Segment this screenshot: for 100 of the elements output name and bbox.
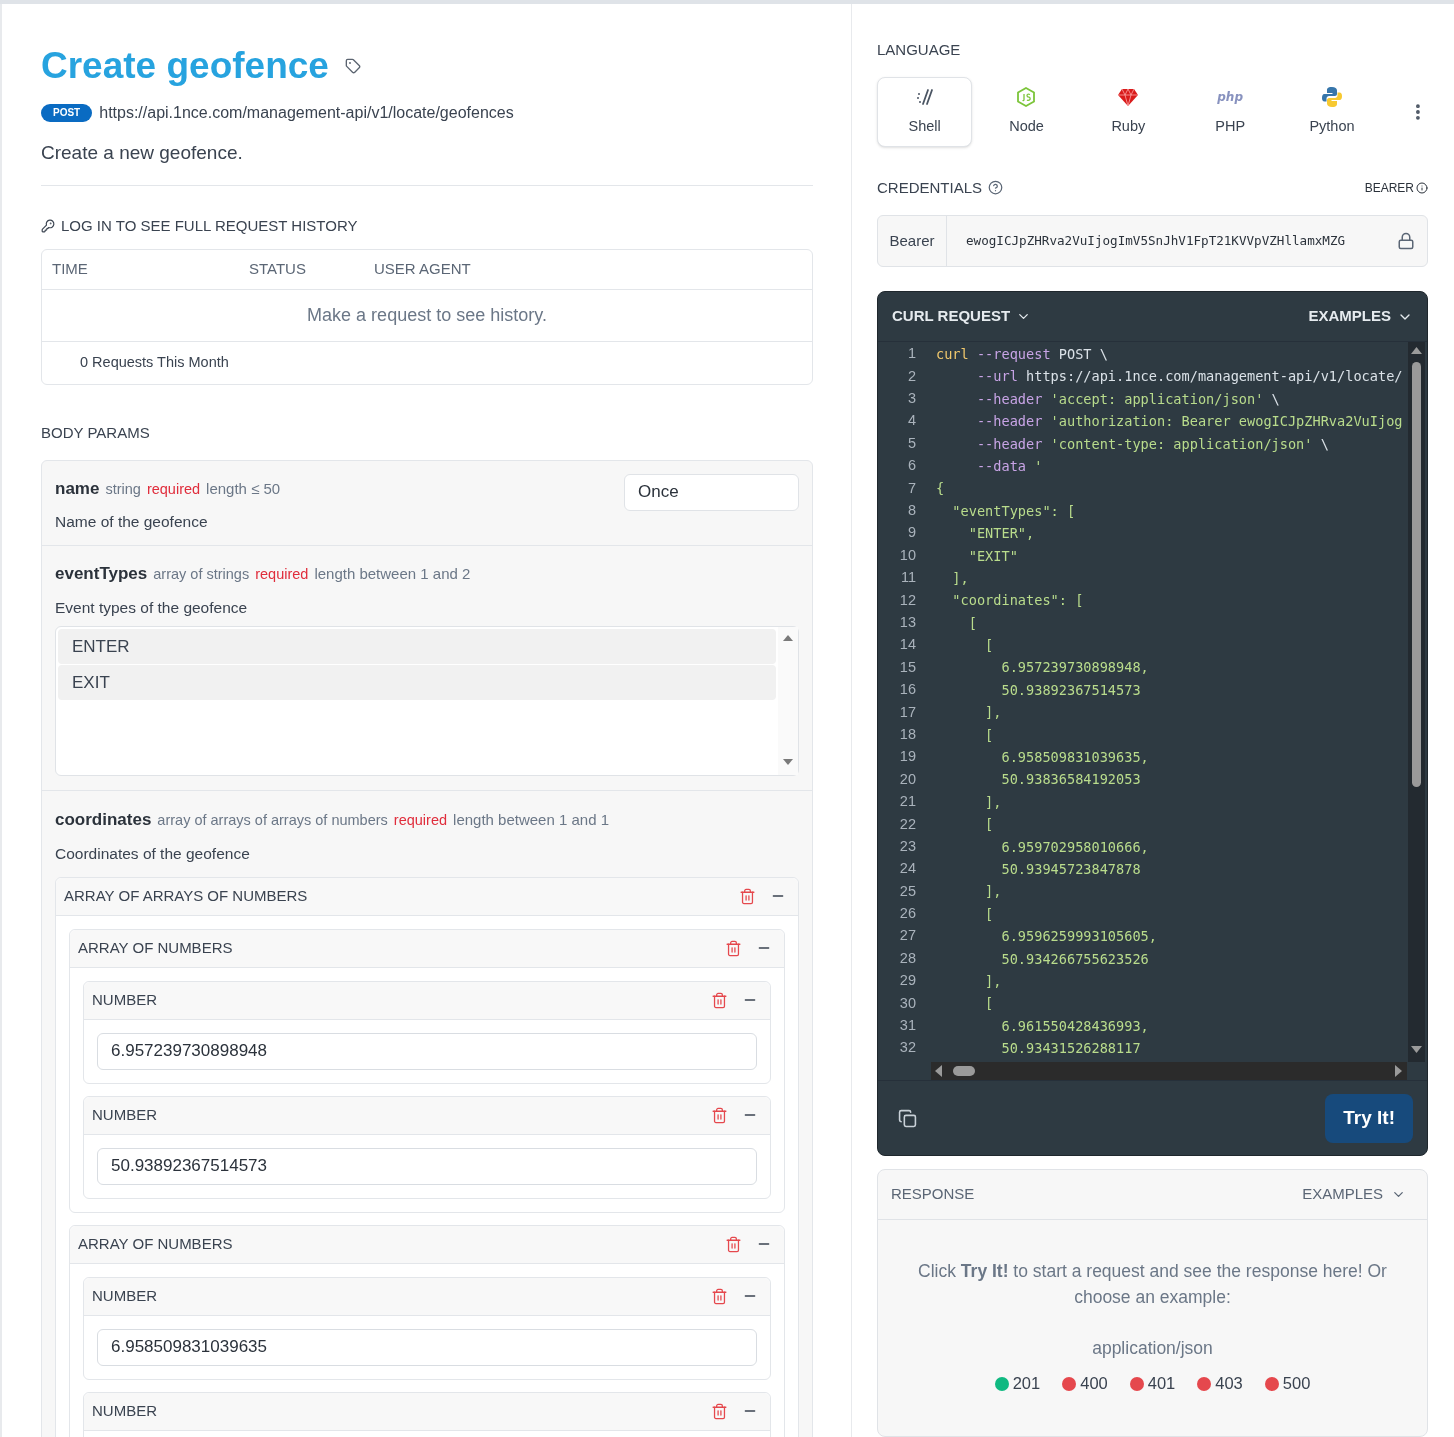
language-tab[interactable]: Node [978, 76, 1075, 147]
line-number: 4 [906, 411, 916, 431]
credentials-field[interactable]: Bearer ewogICJpZHRva2VuIjogImV5SnJhV1FpT21KVVpVZHllamxMZG [877, 215, 1428, 267]
code-line: ], [984, 882, 1002, 902]
number-field[interactable]: 50.93892367514573 [97, 1147, 757, 1185]
code-line: 50.93892367514573 [1000, 680, 1141, 700]
line-number: 27 [898, 926, 916, 946]
code-line: "coordinates": [ [951, 591, 1084, 611]
code-line: { [936, 479, 945, 499]
line-number: 32 [898, 1038, 916, 1058]
line-number: 25 [898, 881, 916, 901]
column-header: STATUS [249, 259, 307, 280]
trash-icon[interactable] [711, 1287, 728, 1305]
credentials-heading: CREDENTIALS [877, 177, 983, 198]
tag-icon[interactable] [344, 58, 361, 74]
line-number: 31 [898, 1016, 916, 1036]
line-number: 3 [906, 389, 916, 409]
group-label: NUMBER [92, 1286, 158, 1306]
param-type: string [105, 479, 141, 499]
code-line: "ENTER", [967, 524, 1035, 544]
trash-icon[interactable] [711, 1402, 728, 1420]
copy-icon[interactable] [898, 1108, 917, 1128]
slashes-icon [914, 87, 935, 106]
param-name: coordinates [55, 809, 152, 831]
hexagon-icon [1016, 86, 1037, 107]
help-icon[interactable] [988, 180, 1004, 196]
language-tab[interactable]: Shell [877, 76, 973, 147]
status-code-option[interactable]: 500 [1264, 1371, 1311, 1396]
group-label: ARRAY OF NUMBERS [78, 938, 234, 958]
code-line: --header 'authorization: Bearer ewogICJpZHRva2VuIjog [975, 412, 1403, 432]
line-number: 13 [898, 613, 916, 632]
line-number: 19 [898, 747, 916, 767]
line-number: 20 [898, 769, 916, 789]
language-tab[interactable]: Python [1284, 76, 1380, 147]
examples-dropdown[interactable]: EXAMPLES [1308, 305, 1413, 328]
param-description: Event types of the geofence [55, 597, 249, 618]
code-line: [ [984, 815, 994, 835]
try-it-button[interactable]: Try It! [1325, 1093, 1413, 1143]
scrollbar[interactable] [778, 627, 798, 775]
auth-type-label: BEARER [1364, 179, 1414, 197]
trash-icon[interactable] [711, 1106, 728, 1124]
code-line: 50.93836584192053 [1000, 770, 1141, 790]
line-number: 10 [898, 545, 916, 565]
body-params-heading: BODY PARAMS [41, 423, 151, 443]
code-line: 6.961550428436993, [1000, 1016, 1149, 1036]
examples-dropdown[interactable]: EXAMPLES [1302, 1183, 1406, 1206]
line-number: 30 [898, 993, 916, 1013]
name-field[interactable]: Once [624, 473, 799, 511]
list-option[interactable]: ENTER [58, 629, 776, 664]
param-constraint: length between 1 and 2 [314, 564, 471, 585]
status-code-option[interactable]: 401 [1129, 1371, 1176, 1396]
list-option[interactable]: EXIT [58, 665, 776, 700]
list-box[interactable]: ENTER EXIT [55, 626, 799, 776]
line-number: 11 [899, 568, 916, 588]
required-label: required [146, 479, 201, 499]
code-line: 6.9596259993105605, [1000, 927, 1157, 947]
line-number: 2 [906, 366, 916, 386]
code-line: 50.93945723847878 [1000, 860, 1141, 879]
language-heading: LANGUAGE [877, 40, 962, 60]
code-line: 6.959702958010666, [1000, 837, 1149, 857]
line-number: 24 [898, 859, 916, 879]
code-line: [ [984, 904, 994, 924]
endpoint-url: https://api.1nce.com/management-api/v1/locate/geofences [99, 103, 514, 123]
column-header: USER AGENT [374, 259, 471, 280]
code-line: "eventTypes": [ [951, 501, 1076, 521]
line-number: 1 [906, 344, 916, 364]
number-field[interactable]: 6.958509831039635 [97, 1328, 757, 1366]
code-line: 6.957239730898948, [1000, 658, 1149, 678]
page-title: Create geofence [41, 44, 329, 88]
line-number: 7 [906, 478, 916, 498]
lock-icon[interactable] [1397, 232, 1415, 250]
vertical-scrollbar[interactable] [1408, 342, 1425, 1062]
endpoint-description: Create a new geofence. [41, 141, 244, 165]
group-label: ARRAY OF ARRAYS OF NUMBERS [64, 886, 309, 906]
trash-icon[interactable] [711, 991, 728, 1009]
code-line: --header 'accept: application/json' \ [975, 389, 1280, 409]
trash-icon[interactable] [739, 887, 756, 905]
info-icon[interactable] [1416, 181, 1428, 194]
line-number: 21 [898, 792, 916, 812]
group-label: NUMBER [92, 990, 158, 1010]
gem-icon [1117, 86, 1140, 107]
code-line: ], [984, 971, 1002, 991]
line-number: 15 [898, 657, 916, 677]
number-field[interactable]: 6.957239730898948 [97, 1032, 757, 1070]
horizontal-scrollbar[interactable] [931, 1062, 1407, 1080]
language-tab[interactable]: php PHP [1182, 76, 1278, 147]
line-number: 29 [898, 971, 916, 991]
line-number: 23 [898, 836, 916, 856]
status-code-option[interactable]: 400 [1062, 1371, 1108, 1396]
trash-icon[interactable] [725, 1235, 742, 1253]
status-code-option[interactable]: 201 [994, 1371, 1041, 1396]
line-number: 17 [898, 702, 916, 722]
trash-icon[interactable] [725, 939, 742, 957]
request-title-dropdown[interactable]: CURL REQUEST [892, 305, 1032, 328]
param-description: Name of the geofence [55, 512, 209, 532]
group-label: NUMBER [92, 1105, 158, 1125]
language-tab[interactable]: Ruby [1080, 76, 1176, 147]
status-code-option[interactable]: 403 [1197, 1371, 1243, 1396]
code-line: [ [967, 613, 977, 633]
group-label: ARRAY OF NUMBERS [78, 1234, 234, 1254]
